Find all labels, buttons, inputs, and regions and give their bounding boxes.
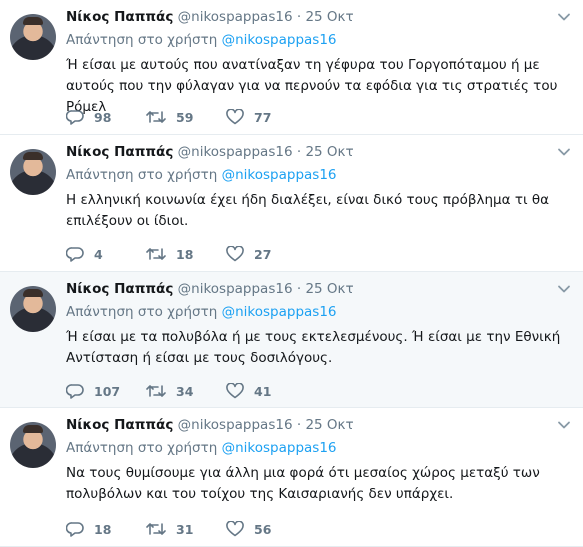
tweet-feed: Νίκος Παππάς @nikospappas16 · 25 Οκτ Απά… [0, 0, 583, 547]
tweet[interactable]: Νίκος Παππάς @nikospappas16 · 25 Οκτ Απά… [0, 272, 583, 408]
retweet-button[interactable]: 18 [146, 246, 226, 262]
heart-icon [226, 246, 244, 262]
chevron-down-icon[interactable] [557, 418, 571, 432]
replying-to: Απάντηση στο χρήστη @nikospappas16 [66, 303, 337, 321]
reply-count: 4 [94, 246, 103, 262]
tweet-actions: 18 31 56 [66, 519, 271, 539]
timestamp[interactable]: 25 Οκτ [305, 9, 353, 25]
avatar[interactable] [10, 422, 56, 468]
replying-prefix: Απάντηση στο χρήστη [66, 304, 218, 320]
retweet-button[interactable]: 59 [146, 109, 226, 125]
like-count: 56 [254, 521, 272, 537]
author-handle[interactable]: @nikospappas16 [178, 417, 293, 433]
like-button[interactable]: 56 [226, 521, 271, 537]
reply-icon [66, 247, 84, 262]
reply-mention-link[interactable]: @nikospappas16 [222, 32, 337, 48]
chevron-down-icon[interactable] [557, 10, 571, 24]
retweet-count: 59 [176, 109, 194, 125]
reply-mention-link[interactable]: @nikospappas16 [222, 167, 337, 183]
retweet-button[interactable]: 34 [146, 383, 226, 399]
like-count: 77 [254, 109, 272, 125]
tweet[interactable]: Νίκος Παππάς @nikospappas16 · 25 Οκτ Απά… [0, 0, 583, 135]
timestamp[interactable]: 25 Οκτ [305, 281, 353, 297]
reply-mention-link[interactable]: @nikospappas16 [222, 440, 337, 456]
separator-dot: · [296, 9, 302, 25]
retweet-count: 34 [176, 383, 194, 399]
tweet-actions: 107 34 41 [66, 381, 271, 401]
like-button[interactable]: 27 [226, 246, 271, 262]
author-handle[interactable]: @nikospappas16 [178, 144, 293, 160]
reply-button[interactable]: 18 [66, 521, 146, 537]
reply-count: 18 [94, 521, 112, 537]
tweet-text: Να τους θυμίσουμε για άλλη μια φορά ότι … [66, 465, 540, 502]
retweet-count: 18 [176, 246, 194, 262]
tweet[interactable]: Νίκος Παππάς @nikospappas16 · 25 Οκτ Απά… [0, 408, 583, 547]
retweet-count: 31 [176, 521, 194, 537]
author-name[interactable]: Νίκος Παππάς [66, 281, 173, 297]
reply-button[interactable]: 4 [66, 246, 146, 262]
timestamp[interactable]: 25 Οκτ [305, 417, 353, 433]
avatar[interactable] [10, 14, 56, 60]
tweet[interactable]: Νίκος Παππάς @nikospappas16 · 25 Οκτ Απά… [0, 135, 583, 272]
chevron-down-icon[interactable] [557, 145, 571, 159]
avatar[interactable] [10, 149, 56, 195]
replying-prefix: Απάντηση στο χρήστη [66, 440, 218, 456]
separator-dot: · [296, 417, 302, 433]
timestamp[interactable]: 25 Οκτ [305, 144, 353, 160]
heart-icon [226, 109, 244, 125]
tweet-actions: 98 59 77 [66, 107, 271, 127]
replying-prefix: Απάντηση στο χρήστη [66, 167, 218, 183]
reply-count: 98 [94, 109, 112, 125]
reply-count: 107 [94, 383, 121, 399]
reply-icon [66, 384, 84, 399]
tweet-header: Νίκος Παππάς @nikospappas16 · 25 Οκτ [66, 8, 354, 26]
like-button[interactable]: 77 [226, 109, 271, 125]
separator-dot: · [296, 281, 302, 297]
heart-icon [226, 521, 244, 537]
author-name[interactable]: Νίκος Παππάς [66, 417, 173, 433]
replying-to: Απάντηση στο χρήστη @nikospappas16 [66, 439, 337, 457]
reply-icon [66, 522, 84, 537]
author-name[interactable]: Νίκος Παππάς [66, 144, 173, 160]
retweet-icon [146, 385, 166, 397]
tweet-header: Νίκος Παππάς @nikospappas16 · 25 Οκτ [66, 143, 354, 161]
like-button[interactable]: 41 [226, 383, 271, 399]
tweet-actions: 4 18 27 [66, 244, 271, 264]
chevron-down-icon[interactable] [557, 282, 571, 296]
author-name[interactable]: Νίκος Παππάς [66, 9, 173, 25]
retweet-icon [146, 111, 166, 123]
reply-button[interactable]: 107 [66, 383, 146, 399]
tweet-header: Νίκος Παππάς @nikospappas16 · 25 Οκτ [66, 280, 354, 298]
like-count: 27 [254, 246, 272, 262]
tweet-text: Η ελληνική κοινωνία έχει ήδη διαλέξει, ε… [66, 192, 549, 229]
retweet-icon [146, 248, 166, 260]
reply-button[interactable]: 98 [66, 109, 146, 125]
separator-dot: · [296, 144, 302, 160]
replying-to: Απάντηση στο χρήστη @nikospappas16 [66, 31, 337, 49]
tweet-text: Ή είσαι με τα πολυβόλα ή με τους εκτελεσ… [66, 329, 561, 366]
like-count: 41 [254, 383, 272, 399]
retweet-button[interactable]: 31 [146, 521, 226, 537]
reply-icon [66, 110, 84, 125]
author-handle[interactable]: @nikospappas16 [178, 9, 293, 25]
replying-to: Απάντηση στο χρήστη @nikospappas16 [66, 166, 337, 184]
tweet-header: Νίκος Παππάς @nikospappas16 · 25 Οκτ [66, 416, 354, 434]
replying-prefix: Απάντηση στο χρήστη [66, 32, 218, 48]
reply-mention-link[interactable]: @nikospappas16 [222, 304, 337, 320]
retweet-icon [146, 523, 166, 535]
avatar[interactable] [10, 286, 56, 332]
heart-icon [226, 383, 244, 399]
author-handle[interactable]: @nikospappas16 [178, 281, 293, 297]
